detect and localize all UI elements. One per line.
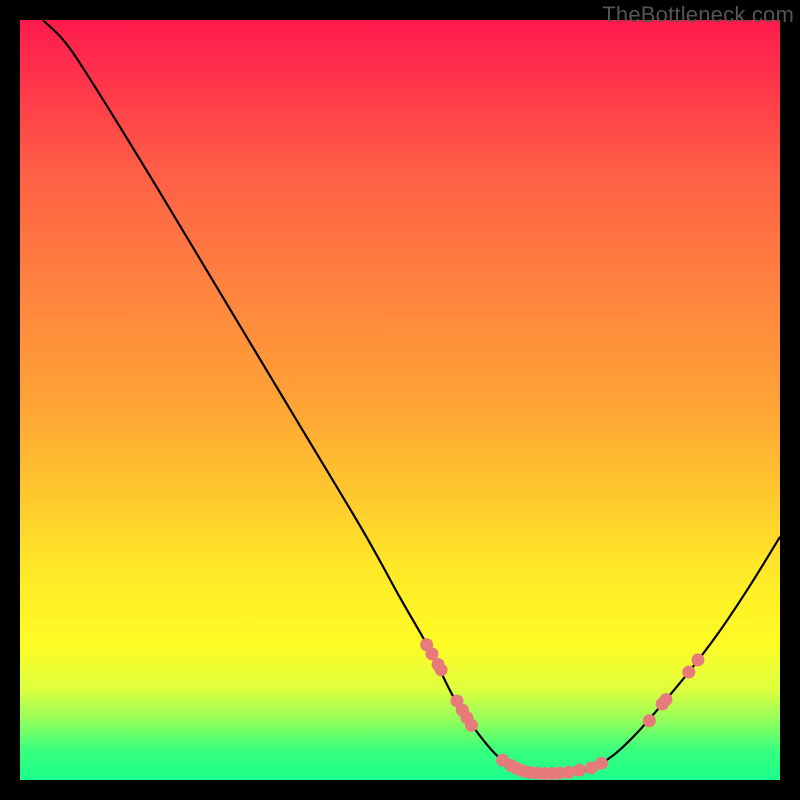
watermark-text: TheBottleneck.com — [602, 2, 794, 28]
data-marker — [691, 653, 704, 666]
data-marker — [573, 764, 586, 777]
bottleneck-curve — [43, 20, 780, 774]
data-marker — [595, 757, 608, 770]
data-marker — [435, 663, 448, 676]
data-marker — [682, 666, 695, 679]
chart-container: TheBottleneck.com — [0, 0, 800, 800]
plot-area — [20, 20, 780, 780]
data-marker — [660, 693, 673, 706]
chart-svg — [20, 20, 780, 780]
data-marker — [643, 714, 656, 727]
data-marker — [465, 719, 478, 732]
